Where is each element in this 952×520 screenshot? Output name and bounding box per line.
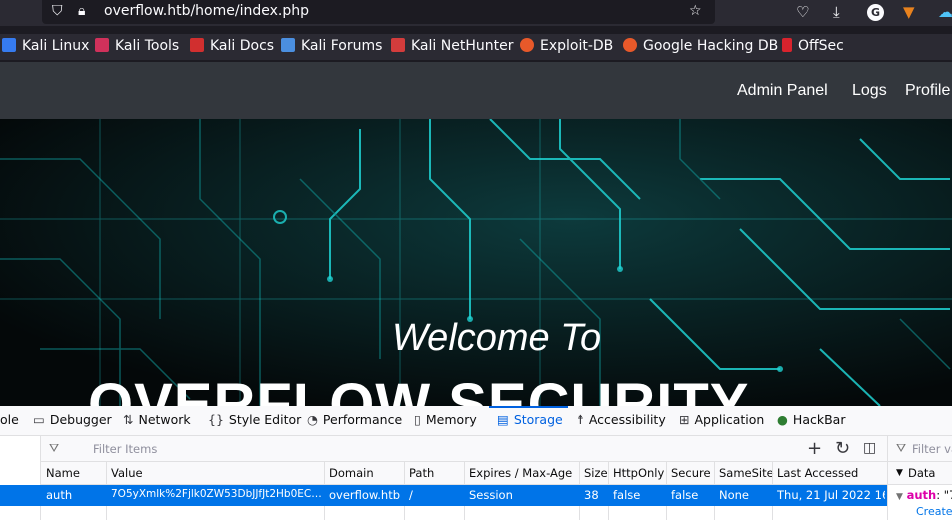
col-value[interactable]: Value — [111, 466, 143, 480]
cell-name: auth — [46, 488, 73, 502]
bookmark-kali-docs[interactable]: Kali Docs — [190, 38, 274, 54]
bookmark-ghdb[interactable]: Google Hacking DB — [623, 38, 778, 54]
filter-icon: ⛛ — [49, 441, 60, 455]
col-name[interactable]: Name — [46, 466, 80, 480]
col-last-accessed[interactable]: Last Accessed — [777, 466, 858, 480]
col-path[interactable]: Path — [409, 466, 434, 480]
col-domain[interactable]: Domain — [329, 466, 374, 480]
add-item-icon[interactable]: + — [807, 438, 822, 459]
debugger-icon: ▭ — [33, 412, 45, 427]
data-value: : "7O — [936, 488, 952, 502]
table-row[interactable]: auth 7O5yXmlk%2Fjlk0ZW53DbJJfJt2Hb0EC… o… — [41, 485, 887, 506]
storage-tree-selected-item[interactable] — [0, 485, 41, 506]
cell-path: / — [409, 488, 413, 502]
col-expires[interactable]: Expires / Max-Age — [469, 466, 572, 480]
memory-icon: ▯ — [414, 412, 421, 427]
tab-network[interactable]: ⇅ Network — [123, 412, 191, 427]
ghdb-icon — [623, 38, 637, 52]
cell-size: 38 — [584, 488, 599, 502]
cell-expires: Session — [469, 488, 513, 502]
tab-accessibility[interactable]: ☨ Accessibility — [577, 412, 666, 427]
bookmark-kali-nethunter[interactable]: Kali NetHunter — [391, 38, 513, 54]
hero-title: OVERFLOW SECURITY — [88, 372, 750, 406]
url-text[interactable]: overflow.htb/home/index.php — [104, 3, 309, 19]
data-header[interactable]: ▼ Data — [888, 462, 952, 485]
accessibility-icon: ☨ — [577, 412, 584, 427]
nav-logs[interactable]: Logs — [852, 82, 887, 100]
cell-samesite: None — [719, 488, 750, 502]
tab-console[interactable]: ole — [0, 412, 19, 427]
offsec-icon — [782, 38, 792, 52]
browser-toolbar: ⛉ 🔒︎ overflow.htb/home/index.php ☆ ♡ ⤓ G… — [0, 0, 952, 26]
sidebar-filter-bar: ⛛ Filter val — [888, 436, 952, 462]
bookmark-kali-forums[interactable]: Kali Forums — [281, 38, 382, 54]
nav-admin-panel[interactable]: Admin Panel — [737, 82, 828, 100]
kali-dragon-icon — [2, 38, 16, 52]
application-icon: ⊞ — [679, 412, 690, 427]
tab-debugger[interactable]: ▭ Debugger — [33, 412, 112, 427]
tab-storage[interactable]: ▤ Storage — [497, 412, 563, 427]
hero-subtitle: Welcome To — [392, 317, 602, 359]
devtools-tabbar: ole ▭ Debugger ⇅ Network {} Style Editor ◔ P… — [0, 406, 952, 436]
bookmarks-toolbar: Kali Linux Kali Tools Kali Docs Kali For… — [0, 34, 952, 60]
account-icon[interactable]: G — [867, 4, 884, 21]
filter-bar: ⛛ Filter Items + ↻ ◫ — [41, 436, 887, 462]
col-secure[interactable]: Secure — [671, 466, 711, 480]
bookmark-exploit-db[interactable]: Exploit-DB — [520, 38, 613, 54]
download-icon[interactable]: ⤓ — [833, 3, 840, 21]
metamask-icon[interactable]: ▼ — [903, 3, 915, 21]
col-size[interactable]: Size — [584, 466, 608, 480]
performance-icon: ◔ — [307, 412, 318, 427]
nethunter-icon — [391, 38, 405, 52]
cell-value: 7O5yXmlk%2Fjlk0ZW53DbJJfJt2Hb0EC… — [111, 488, 322, 500]
filter-icon: ⛛ — [896, 441, 907, 455]
storage-tree — [0, 436, 41, 520]
hackbar-icon: ● — [777, 412, 788, 427]
data-key: auth — [906, 488, 937, 502]
sidebar-filter-input[interactable]: Filter val — [912, 442, 952, 456]
shield-icon[interactable]: ⛉ — [52, 3, 63, 19]
filter-items-input[interactable]: Filter Items — [93, 442, 157, 456]
bookmark-offsec[interactable]: OffSec — [782, 38, 844, 54]
data-entry[interactable]: ▼ auth: "7O — [896, 488, 952, 502]
created-label: Created — [916, 505, 952, 518]
bookmark-kali-tools[interactable]: Kali Tools — [95, 38, 179, 54]
kali-docs-icon — [190, 38, 204, 52]
cell-last-accessed: Thu, 21 Jul 2022 16:… — [777, 488, 885, 502]
cell-httponly: false — [613, 488, 641, 502]
active-tab-indicator — [489, 406, 568, 408]
star-icon[interactable]: ☆ — [689, 3, 702, 19]
pocket-icon[interactable]: ♡ — [796, 3, 809, 21]
col-httponly[interactable]: HttpOnly — [613, 466, 664, 480]
cell-secure: false — [671, 488, 699, 502]
toggle-sidebar-icon[interactable]: ◫ — [863, 440, 876, 456]
url-bar[interactable]: ⛉ 🔒︎ overflow.htb/home/index.php ☆ — [42, 0, 715, 24]
storage-icon: ▤ — [497, 412, 509, 427]
expand-arrow-icon[interactable]: ▼ — [896, 492, 903, 502]
data-sidebar: ⛛ Filter val ▼ Data ▼ auth: "7O Created — [887, 436, 952, 520]
tab-memory[interactable]: ▯ Memory — [414, 412, 477, 427]
exploit-db-icon — [520, 38, 534, 52]
kali-tools-icon — [95, 38, 109, 52]
hero-banner: Welcome To OVERFLOW SECURITY — [0, 119, 952, 406]
network-icon: ⇅ — [123, 412, 134, 427]
tab-style-editor[interactable]: {} Style Editor — [208, 412, 301, 427]
nav-profile[interactable]: Profile — [905, 82, 950, 100]
tab-performance[interactable]: ◔ Performance — [307, 412, 402, 427]
tab-hackbar[interactable]: ● HackBar — [777, 412, 845, 427]
collapse-arrow-icon[interactable]: ▼ — [896, 468, 903, 478]
data-header-label: Data — [908, 466, 936, 480]
refresh-icon[interactable]: ↻ — [835, 438, 850, 459]
cell-domain: overflow.htb — [329, 488, 401, 502]
cloud-icon[interactable]: ☁ — [938, 3, 952, 21]
col-samesite[interactable]: SameSite — [719, 466, 774, 480]
kali-forums-icon — [281, 38, 295, 52]
circuit-background — [0, 119, 952, 406]
lock-icon[interactable]: 🔒︎ — [78, 3, 85, 19]
site-navbar: Admin Panel Logs Profile — [0, 62, 952, 119]
tab-application[interactable]: ⊞ Application — [679, 412, 764, 427]
bookmark-kali-linux[interactable]: Kali Linux — [2, 38, 89, 54]
style-editor-icon: {} — [208, 412, 224, 427]
